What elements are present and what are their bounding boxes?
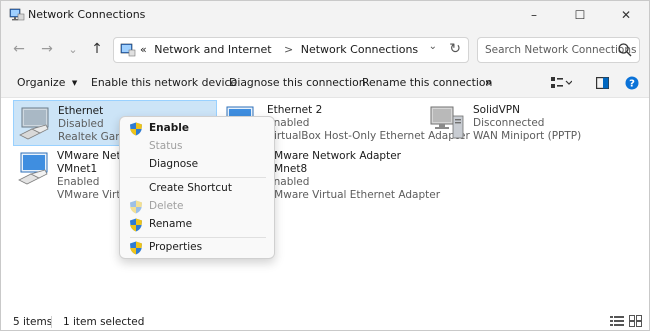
help-icon: ? <box>625 76 639 90</box>
status-bar: 5 items 1 item selected <box>1 312 649 330</box>
large-icons-view-button[interactable] <box>629 315 642 330</box>
preview-pane-icon <box>596 77 609 89</box>
connection-details: SolidVPN Disconnected WAN Miniport (PPTP… <box>473 104 581 143</box>
breadcrumb-separator-icon[interactable]: > <box>284 43 293 56</box>
item-count: 5 items <box>13 316 53 328</box>
recent-locations-button[interactable]: ⌄ <box>61 37 85 61</box>
breadcrumb: « Network and Internet > Network Connect… <box>140 43 422 56</box>
search-icon <box>618 43 632 57</box>
context-menu: Enable Status Diagnose Create Shortcut D… <box>119 116 275 259</box>
search-input[interactable]: Search Network Connections <box>485 44 636 56</box>
menu-item-diagnose[interactable]: Diagnose <box>124 156 270 174</box>
maximize-icon: ☐ <box>574 8 586 22</box>
address-bar[interactable]: « Network and Internet > Network Connect… <box>113 37 469 63</box>
menu-label: Create Shortcut <box>149 182 232 194</box>
maximize-button[interactable]: ☐ <box>557 1 603 29</box>
menu-label: Diagnose <box>149 158 199 170</box>
menu-label: Enable <box>149 122 189 134</box>
window-title: Network Connections <box>28 8 146 21</box>
network-adapter-icon <box>18 152 48 185</box>
back-button[interactable]: ← <box>7 37 31 61</box>
close-button[interactable]: ✕ <box>603 1 649 29</box>
status-divider <box>51 316 52 328</box>
caret-down-icon: ▾ <box>71 76 78 89</box>
navigation-bar: ← → ⌄ ↑ « Network and Internet > Network… <box>1 29 649 69</box>
network-connections-icon <box>9 8 25 21</box>
connection-item-solidvpn[interactable]: SolidVPN Disconnected WAN Miniport (PPTP… <box>425 100 635 146</box>
breadcrumb-overflow[interactable]: « <box>140 43 147 56</box>
network-connections-window: Network Connections – ☐ ✕ ← → ⌄ ↑ « Netw… <box>0 0 650 331</box>
diagnose-connection-button[interactable]: Diagnose this connection <box>229 76 366 89</box>
details-view-button[interactable] <box>610 315 624 330</box>
uac-shield-icon <box>130 200 142 214</box>
connection-status: Enabled <box>267 176 310 188</box>
uac-shield-icon <box>130 218 142 232</box>
more-commands-button[interactable]: » <box>485 76 492 89</box>
details-view-icon <box>610 316 624 326</box>
preview-pane-button[interactable] <box>596 74 609 92</box>
vpn-adapter-icon <box>430 106 464 139</box>
search-box[interactable]: Search Network Connections <box>477 37 640 63</box>
back-arrow-icon: ← <box>13 41 25 57</box>
connection-adapter: WAN Miniport (PPTP) <box>473 130 582 142</box>
forward-arrow-icon: → <box>41 41 53 57</box>
organize-label: Organize <box>17 76 66 89</box>
menu-label: Status <box>149 140 183 152</box>
breadcrumb-network-and-internet[interactable]: Network and Internet <box>154 43 271 56</box>
uac-shield-icon <box>130 122 142 136</box>
menu-item-properties[interactable]: Properties <box>124 239 270 257</box>
menu-item-rename[interactable]: Rename <box>124 216 270 234</box>
up-arrow-icon: ↑ <box>91 41 103 57</box>
connection-name: VMware Network Adapter VMnet8 <box>267 150 401 175</box>
menu-item-delete[interactable]: Delete <box>124 198 270 216</box>
title-bar: Network Connections – ☐ ✕ <box>1 1 649 29</box>
enable-device-button[interactable]: Enable this network device <box>91 76 237 89</box>
uac-shield-icon <box>130 241 142 255</box>
selection-count: 1 item selected <box>63 316 145 328</box>
view-options-icon <box>551 77 572 88</box>
up-button[interactable]: ↑ <box>85 37 109 61</box>
tiles-view-icon <box>629 315 642 327</box>
menu-label: Delete <box>149 200 184 212</box>
address-dropdown-icon[interactable]: ⌄ <box>429 41 437 52</box>
network-adapter-disabled-icon <box>19 107 49 140</box>
svg-text:?: ? <box>629 79 635 90</box>
command-bar: Organize ▾ Enable this network device Di… <box>1 69 649 98</box>
chevron-down-icon: ⌄ <box>68 42 78 56</box>
menu-separator <box>130 177 266 178</box>
connections-view: Ethernet Disabled Realtek Gaming GbE Fam… <box>1 98 649 312</box>
forward-button[interactable]: → <box>35 37 59 61</box>
minimize-button[interactable]: – <box>511 1 557 29</box>
breadcrumb-network-connections[interactable]: Network Connections <box>301 43 418 56</box>
connection-name: SolidVPN <box>473 104 520 116</box>
minimize-icon: – <box>531 8 537 22</box>
menu-item-enable[interactable]: Enable <box>124 120 270 138</box>
change-view-button[interactable] <box>550 74 572 92</box>
help-button[interactable]: ? <box>625 74 639 92</box>
control-panel-icon <box>120 43 136 57</box>
menu-item-status[interactable]: Status <box>124 138 270 156</box>
close-icon: ✕ <box>620 8 632 22</box>
refresh-icon[interactable]: ↻ <box>449 41 461 57</box>
menu-item-create-shortcut[interactable]: Create Shortcut <box>124 180 270 198</box>
rename-connection-button[interactable]: Rename this connection <box>362 76 492 89</box>
menu-label: Rename <box>149 218 193 230</box>
organize-button[interactable]: Organize ▾ <box>17 76 77 89</box>
connection-details: VMware Network Adapter VMnet8 Enabled VM… <box>267 150 440 202</box>
menu-label: Properties <box>149 241 203 253</box>
menu-separator <box>130 237 266 238</box>
connection-status: Disconnected <box>473 117 545 129</box>
connection-adapter: VMware Virtual Ethernet Adapter <box>267 189 441 201</box>
